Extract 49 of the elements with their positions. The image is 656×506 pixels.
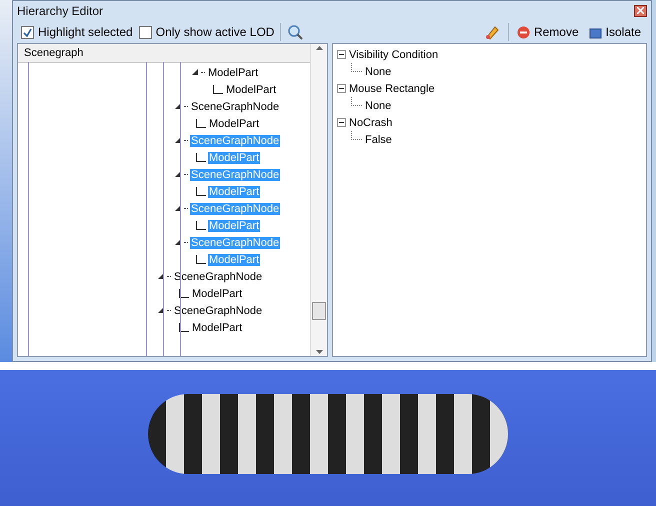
tree-connector-icon bbox=[196, 255, 206, 264]
window-title: Hierarchy Editor bbox=[17, 4, 104, 18]
expand-triangle-icon[interactable] bbox=[192, 69, 199, 76]
tree-item[interactable]: SceneGraphNode bbox=[190, 100, 280, 112]
collapse-icon[interactable] bbox=[337, 50, 346, 59]
tree-connector-icon bbox=[196, 221, 206, 230]
column-header: Scenegraph bbox=[18, 44, 310, 63]
tree-connector-icon bbox=[196, 119, 206, 128]
checkbox-label: Highlight selected bbox=[38, 25, 133, 39]
tree-connector-icon bbox=[196, 153, 206, 162]
search-icon[interactable] bbox=[287, 24, 304, 40]
tree-item[interactable]: ModelPart bbox=[191, 322, 244, 334]
minus-circle-icon bbox=[516, 26, 530, 38]
expand-triangle-icon[interactable] bbox=[175, 239, 182, 246]
property-value[interactable]: None bbox=[365, 100, 392, 112]
property-name[interactable]: Mouse Rectangle bbox=[349, 82, 435, 94]
expand-triangle-icon[interactable] bbox=[158, 273, 165, 280]
expand-triangle-icon[interactable] bbox=[175, 137, 182, 144]
collapse-icon[interactable] bbox=[337, 84, 346, 93]
scroll-down-arrow-icon[interactable] bbox=[316, 350, 322, 354]
property-value[interactable]: None bbox=[365, 66, 392, 78]
close-button[interactable] bbox=[634, 5, 647, 17]
tree-item[interactable]: SceneGraphNode bbox=[173, 304, 264, 316]
property-name[interactable]: NoCrash bbox=[349, 116, 392, 128]
expand-triangle-icon[interactable] bbox=[175, 171, 182, 178]
expand-triangle-icon[interactable] bbox=[175, 103, 182, 110]
isolate-button[interactable]: Isolate bbox=[586, 25, 643, 39]
tree-item[interactable]: ModelPart bbox=[191, 288, 244, 300]
scrollbar[interactable] bbox=[310, 44, 327, 356]
tree-item[interactable]: ModelPart bbox=[225, 84, 278, 96]
scroll-up-arrow-icon[interactable] bbox=[316, 46, 322, 50]
scrollbar-thumb[interactable] bbox=[312, 302, 326, 320]
checkbox[interactable] bbox=[138, 26, 152, 38]
tree-item[interactable]: SceneGraphNode bbox=[173, 270, 264, 282]
property-name[interactable]: Visibility Condition bbox=[349, 48, 438, 60]
tree-connector-icon bbox=[179, 289, 189, 298]
remove-button[interactable]: Remove bbox=[514, 25, 581, 39]
tree-connector-icon bbox=[196, 187, 206, 196]
checkbox[interactable] bbox=[21, 26, 34, 38]
tree-connector-icon bbox=[179, 323, 189, 332]
tree-item[interactable]: ModelPart bbox=[207, 66, 260, 78]
expand-triangle-icon[interactable] bbox=[175, 205, 182, 212]
tree-connector-icon bbox=[213, 85, 223, 94]
checkbox-label: Only show active LOD bbox=[156, 25, 274, 39]
tree-item[interactable]: ModelPart bbox=[208, 118, 260, 130]
collapse-icon[interactable] bbox=[337, 118, 346, 127]
square-icon bbox=[588, 26, 602, 38]
property-value[interactable]: False bbox=[365, 134, 392, 146]
expand-triangle-icon[interactable] bbox=[158, 307, 165, 314]
